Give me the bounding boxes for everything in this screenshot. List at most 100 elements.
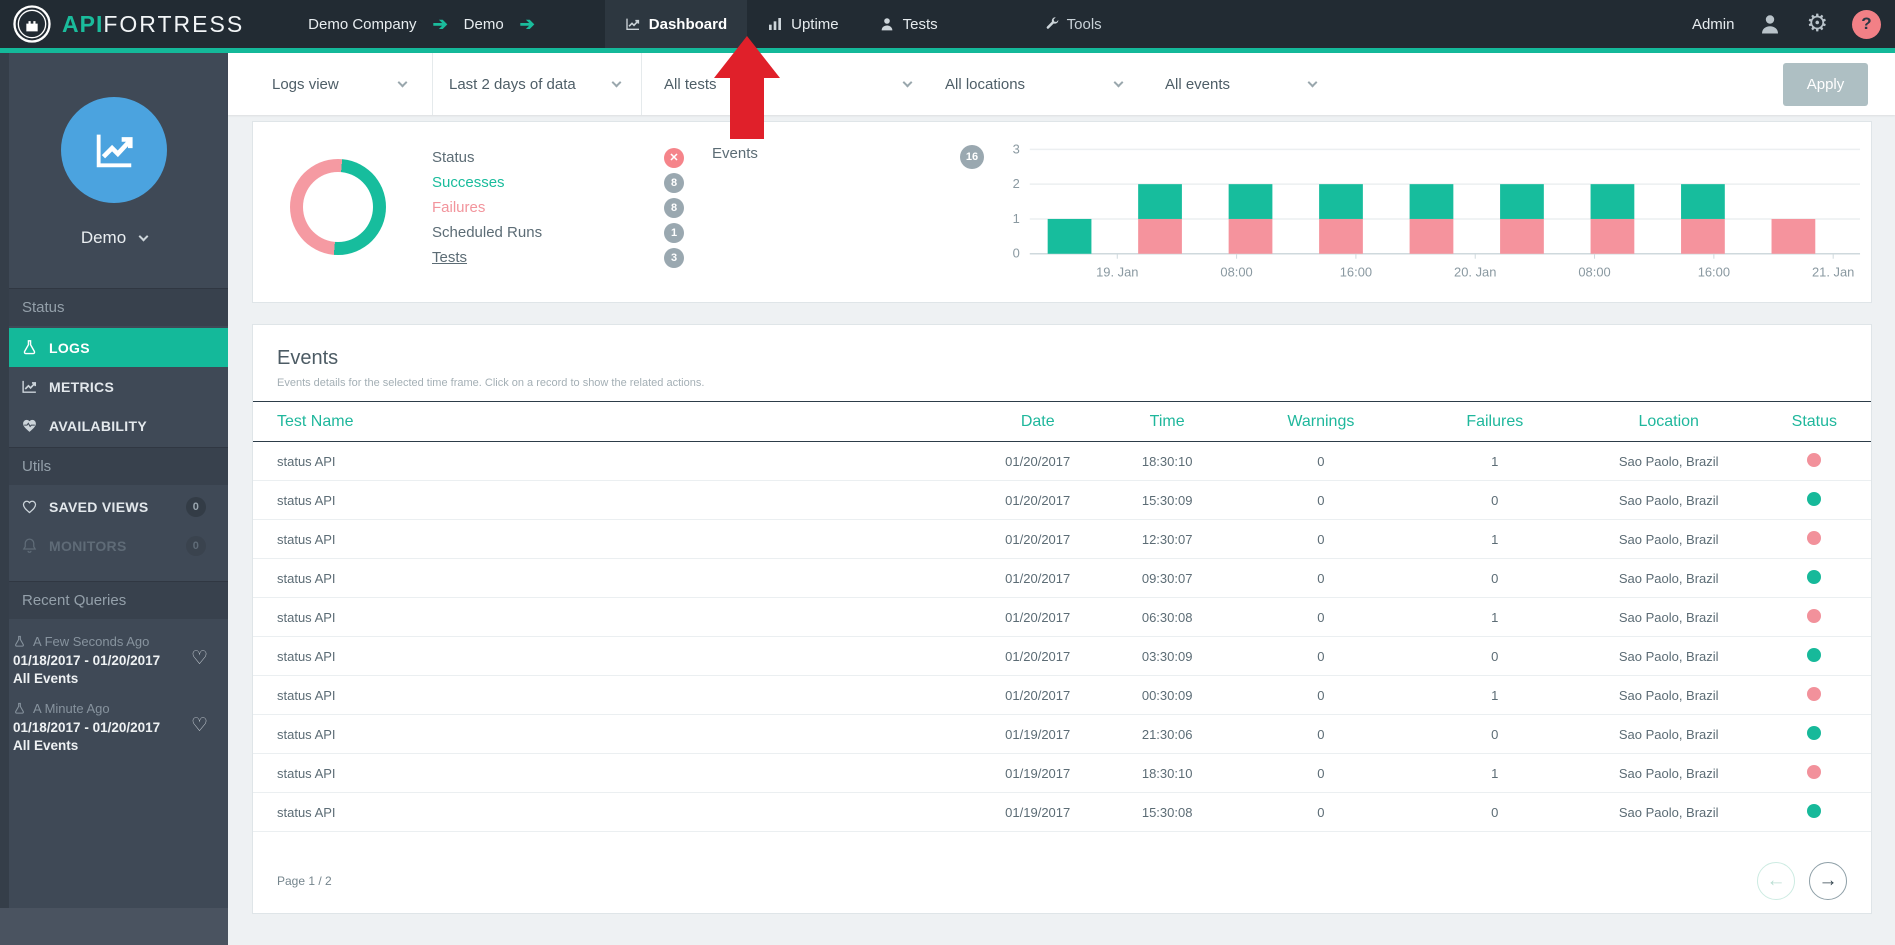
status-dot-failure — [1807, 765, 1821, 779]
table-row[interactable]: status API01/20/201718:30:1001Sao Paolo,… — [253, 442, 1871, 481]
cell-location: Sao Paolo, Brazil — [1580, 559, 1758, 598]
column-header-test-name[interactable]: Test Name — [253, 402, 973, 442]
metric-label[interactable]: Tests — [432, 249, 467, 266]
recent-query-item[interactable]: A Few Seconds Ago01/18/2017 - 01/20/2017… — [0, 619, 228, 686]
cell-failures: 0 — [1410, 715, 1580, 754]
project-switcher[interactable]: Demo — [0, 228, 228, 248]
cell-test-name: status API — [253, 793, 973, 832]
top-navbar: APIFORTRESS Demo Company ➔ Demo ➔ Dashbo… — [0, 0, 1895, 48]
column-header-status[interactable]: Status — [1758, 402, 1871, 442]
column-header-time[interactable]: Time — [1102, 402, 1231, 442]
tab-dashboard[interactable]: Dashboard — [605, 0, 747, 48]
tab-label: Uptime — [791, 16, 839, 33]
apply-button[interactable]: Apply — [1783, 63, 1868, 106]
locations-select[interactable]: All locations — [924, 53, 1139, 115]
cell-date: 01/19/2017 — [973, 793, 1102, 832]
heart-outline-icon[interactable]: ♡ — [191, 714, 208, 737]
cell-failures: 0 — [1410, 637, 1580, 676]
recent-query-item[interactable]: A Minute Ago01/18/2017 - 01/20/2017All E… — [0, 686, 228, 753]
cell-date: 01/20/2017 — [973, 481, 1102, 520]
cell-failures: 0 — [1410, 559, 1580, 598]
sidebar-item-metrics[interactable]: METRICS — [0, 367, 228, 406]
status-dot-failure — [1807, 453, 1821, 467]
line-chart-icon — [625, 16, 641, 32]
sidebar-item-saved-views[interactable]: SAVED VIEWS0 — [0, 487, 228, 526]
breadcrumb-arrow-icon: ➔ — [433, 14, 448, 35]
column-header-date[interactable]: Date — [973, 402, 1102, 442]
query-time-ago: A Minute Ago — [13, 701, 184, 716]
brand-text: APIFORTRESS — [62, 11, 244, 38]
bar-chart-icon — [767, 16, 783, 32]
query-scope: All Events — [13, 738, 184, 753]
cell-failures: 1 — [1410, 676, 1580, 715]
sidebar-item-availability[interactable]: AVAILABILITY — [0, 406, 228, 445]
tab-tests[interactable]: Tests — [859, 0, 958, 48]
chevron-down-icon — [139, 231, 149, 241]
column-header-failures[interactable]: Failures — [1410, 402, 1580, 442]
help-icon[interactable]: ? — [1852, 10, 1881, 39]
table-row[interactable]: status API01/19/201721:30:0600Sao Paolo,… — [253, 715, 1871, 754]
chevron-down-icon — [1308, 77, 1318, 87]
tests-select[interactable]: All tests — [642, 53, 924, 115]
column-header-location[interactable]: Location — [1580, 402, 1758, 442]
cell-warnings: 0 — [1232, 637, 1410, 676]
status-dot-success — [1807, 570, 1821, 584]
next-page-button[interactable]: → — [1809, 862, 1847, 900]
cell-time: 21:30:06 — [1102, 715, 1231, 754]
table-row[interactable]: status API01/20/201706:30:0801Sao Paolo,… — [253, 598, 1871, 637]
svg-text:0: 0 — [1013, 246, 1020, 261]
sidebar-item-label: AVAILABILITY — [49, 418, 147, 434]
tab-uptime[interactable]: Uptime — [747, 0, 859, 48]
events-bar-chart: 012319. Jan08:0016:0020. Jan08:0016:0021… — [990, 136, 1865, 288]
cell-warnings: 0 — [1232, 520, 1410, 559]
status-dot-success — [1807, 726, 1821, 740]
cell-test-name: status API — [253, 676, 973, 715]
cell-location: Sao Paolo, Brazil — [1580, 637, 1758, 676]
sidebar-utils-items: SAVED VIEWS0MONITORS0 — [0, 485, 228, 567]
events-summary: Events 16 — [712, 145, 984, 302]
bell-icon — [21, 537, 38, 554]
date-range-select[interactable]: Last 2 days of data — [433, 53, 642, 115]
sidebar-item-monitors[interactable]: MONITORS0 — [0, 526, 228, 565]
breadcrumb-company[interactable]: Demo Company — [308, 16, 416, 33]
table-row[interactable]: status API01/19/201715:30:0800Sao Paolo,… — [253, 793, 1871, 832]
svg-text:1: 1 — [1013, 211, 1020, 226]
sidebar-item-label: SAVED VIEWS — [49, 499, 149, 515]
cell-status — [1758, 676, 1871, 715]
table-row[interactable]: status API01/19/201718:30:1001Sao Paolo,… — [253, 754, 1871, 793]
table-row[interactable]: status API01/20/201715:30:0900Sao Paolo,… — [253, 481, 1871, 520]
flask-icon — [13, 635, 26, 648]
nav-tools[interactable]: Tools — [1044, 16, 1102, 33]
cell-date: 01/20/2017 — [973, 598, 1102, 637]
user-profile-icon[interactable] — [1758, 12, 1782, 36]
table-row[interactable]: status API01/20/201709:30:0700Sao Paolo,… — [253, 559, 1871, 598]
cell-date: 01/20/2017 — [973, 559, 1102, 598]
admin-label: Admin — [1692, 16, 1735, 33]
app-logo[interactable]: APIFORTRESS — [12, 4, 244, 44]
prev-page-button[interactable]: ← — [1757, 862, 1795, 900]
svg-text:08:00: 08:00 — [1578, 265, 1610, 280]
gear-icon[interactable]: ⚙ — [1806, 12, 1828, 36]
events-select[interactable]: All events — [1139, 53, 1344, 115]
cell-warnings: 0 — [1232, 715, 1410, 754]
tab-label: Tests — [903, 16, 938, 33]
brand-primary: API — [62, 11, 103, 37]
status-summary-panel: Status✕Successes8Failures8Scheduled Runs… — [252, 121, 1872, 303]
column-header-warnings[interactable]: Warnings — [1232, 402, 1410, 442]
heart-outline-icon — [21, 498, 38, 515]
events-label: Events — [712, 145, 758, 162]
query-scope: All Events — [13, 671, 184, 686]
table-row[interactable]: status API01/20/201712:30:0701Sao Paolo,… — [253, 520, 1871, 559]
heart-outline-icon[interactable]: ♡ — [191, 647, 208, 670]
table-row[interactable]: status API01/20/201700:30:0901Sao Paolo,… — [253, 676, 1871, 715]
page-indicator: Page 1 / 2 — [277, 874, 332, 888]
svg-text:16:00: 16:00 — [1698, 265, 1730, 280]
metric-label: Successes — [432, 174, 505, 191]
cell-time: 06:30:08 — [1102, 598, 1231, 637]
breadcrumb-project[interactable]: Demo — [464, 16, 504, 33]
view-select[interactable]: Logs view — [228, 53, 433, 115]
sidebar-item-logs[interactable]: LOGS — [0, 328, 228, 367]
project-avatar[interactable] — [61, 97, 167, 203]
table-row[interactable]: status API01/20/201703:30:0900Sao Paolo,… — [253, 637, 1871, 676]
line-chart-icon — [91, 127, 137, 173]
